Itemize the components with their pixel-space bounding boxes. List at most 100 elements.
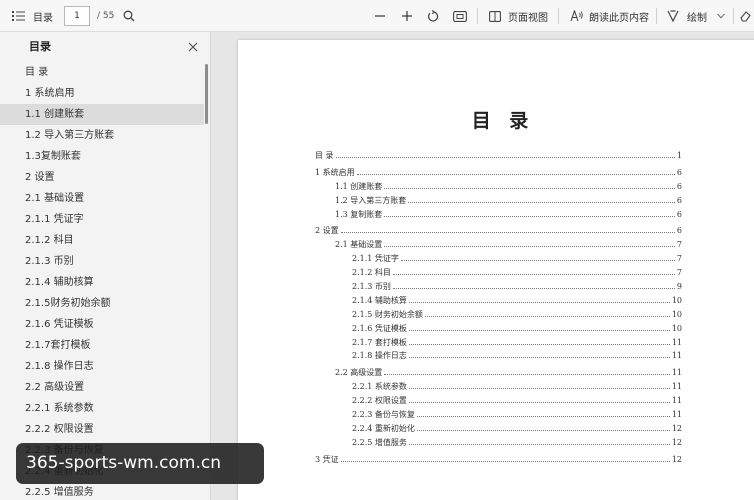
toc-entry[interactable]: 2.1.3 币别 9 — [315, 281, 682, 295]
toc-toggle-button[interactable]: 目录 — [12, 0, 53, 32]
sidebar-toc-item[interactable]: 2.2.2 权限设置 — [0, 419, 204, 440]
sidebar-toc-item[interactable]: 2.1 基础设置 — [0, 188, 204, 209]
toc-entry[interactable]: 2.1.5 财务初始余额 10 — [315, 309, 682, 323]
sidebar-toc-item[interactable]: 2.1.1 凭证字 — [0, 209, 204, 230]
toc-leader-dots — [408, 301, 670, 303]
toc-entry-label: 3 凭证 — [315, 454, 339, 464]
toc-entry-label: 2.1.4 辅助核算 — [352, 295, 407, 305]
toc-entry-page: 11 — [671, 396, 682, 406]
toc-entry[interactable]: 3 凭证 12 — [315, 454, 682, 468]
toc-entry-label: 2.1.7 套打模板 — [352, 337, 407, 347]
toc-entry-page: 12 — [671, 423, 682, 433]
toolbar: 目录 1 / 55 页面视图 朗读此页内容 绘制 — [0, 0, 754, 32]
toc-entry[interactable]: 2.2.4 重新初始化 12 — [315, 423, 682, 437]
toc-entry[interactable]: 2.1.8 操作日志 11 — [315, 350, 682, 364]
toc-leader-dots — [408, 443, 670, 445]
toc-entry-label: 2.2.4 重新初始化 — [352, 423, 415, 433]
toc-entry-page: 7 — [676, 254, 682, 264]
sidebar-toc-item[interactable]: 2.1.6 凭证模板 — [0, 314, 204, 335]
toc-leader-dots — [408, 201, 675, 203]
toc-entry-page: 6 — [676, 195, 682, 205]
toc-leader-dots — [392, 274, 675, 276]
toc-entry-page: 11 — [671, 382, 682, 392]
toc-entry[interactable]: 目 录 1 — [315, 150, 682, 164]
sidebar-toc-item[interactable]: 2.1.8 操作日志 — [0, 356, 204, 377]
toc-entry-label: 2.1.2 科目 — [352, 268, 391, 278]
zoom-out-button[interactable] — [374, 0, 386, 32]
toc-entry[interactable]: 2.1.2 科目 7 — [315, 267, 682, 281]
read-aloud-button[interactable]: 朗读此页内容 — [570, 0, 649, 32]
sidebar-toc-item[interactable]: 2 设置 — [0, 167, 204, 188]
list-icon — [12, 11, 25, 21]
sidebar-toc-item[interactable]: 2.2.1 系统参数 — [0, 398, 204, 419]
toc-entry-page: 12 — [671, 437, 682, 447]
search-button[interactable] — [123, 0, 135, 32]
toc-entry[interactable]: 2 设置 6 — [315, 225, 682, 239]
toc-entry[interactable]: 1.2 导入第三方账套 6 — [315, 195, 682, 209]
toc-leader-dots — [408, 402, 670, 404]
toc-entry[interactable]: 1.1 创建账套 6 — [315, 181, 682, 195]
toc-entry-label: 2.2 高级设置 — [335, 368, 383, 378]
minus-icon — [375, 15, 385, 17]
toc-leader-dots — [424, 315, 670, 317]
toc-entry-label: 2.2.1 系统参数 — [352, 382, 407, 392]
eraser-button[interactable] — [740, 0, 752, 32]
toc-entry[interactable]: 2.2.5 增值服务 12 — [315, 437, 682, 451]
toc-entry-label: 1.2 导入第三方账套 — [335, 195, 407, 205]
eraser-icon — [740, 11, 751, 22]
sidebar-toc-item[interactable]: 2.1.2 科目 — [0, 230, 204, 251]
rotate-button[interactable] — [427, 0, 440, 32]
sidebar-close-button[interactable] — [186, 39, 200, 53]
toc-entry-page: 1 — [676, 151, 682, 160]
draw-dropdown-button[interactable] — [717, 0, 725, 32]
toc-entry[interactable]: 2.1.6 凭证模板 10 — [315, 323, 682, 337]
toc-list: 目 录1 系统启用 1.1 创建账套 1.2 导入第三方账套 1.3复制账套 2 设置 2… — [0, 62, 204, 500]
draw-button[interactable]: 绘制 — [667, 0, 707, 32]
toc-entry[interactable]: 2.2 高级设置 11 — [315, 367, 682, 381]
sidebar-toc-item[interactable]: 2.1.3 币别 — [0, 251, 204, 272]
toc-entry[interactable]: 2.2.2 权限设置 11 — [315, 395, 682, 409]
toc-entry[interactable]: 2.1.7 套打模板 11 — [315, 337, 682, 351]
toc-entry-page: 10 — [671, 295, 682, 305]
page-view-button[interactable]: 页面视图 — [489, 0, 548, 32]
toc-leader-dots — [408, 357, 670, 359]
sidebar-toc-item[interactable]: 2.1.7套打模板 — [0, 335, 204, 356]
toc-toggle-label: 目录 — [33, 12, 53, 24]
toc-entry-page: 10 — [671, 309, 682, 319]
sidebar-toc-item[interactable]: 2.2 高级设置 — [0, 377, 204, 398]
fit-page-button[interactable] — [453, 0, 467, 32]
toc-entry-page: 6 — [676, 181, 682, 191]
toolbar-divider — [558, 8, 559, 24]
toc-entry[interactable]: 2.2.3 备份与恢复 11 — [315, 409, 682, 423]
rotate-icon — [427, 9, 439, 22]
plus-icon — [402, 11, 412, 21]
toc-entry-label: 2.1.3 币别 — [352, 282, 391, 292]
sidebar-toc-item[interactable]: 1.1 创建账套 — [0, 104, 204, 125]
sidebar-title: 目录 — [29, 40, 51, 53]
zoom-in-button[interactable] — [401, 0, 413, 32]
toc-sidebar: 目录 目 录1 系统启用 1.1 创建账套 1.2 导入第三方账套 1.3复制账套 2 … — [0, 32, 211, 500]
toc-entry[interactable]: 2.1 基础设置 7 — [315, 239, 682, 253]
draw-icon — [667, 10, 679, 22]
sidebar-toc-item[interactable]: 2.1.4 辅助核算 — [0, 272, 204, 293]
toc-entry[interactable]: 2.2.1 系统参数 11 — [315, 381, 682, 395]
toc-leader-dots — [335, 157, 675, 158]
toc-leader-dots — [384, 246, 675, 248]
read-aloud-label: 朗读此页内容 — [589, 12, 649, 24]
sidebar-scrollbar[interactable] — [205, 64, 208, 124]
toc-entry[interactable]: 2.1.4 辅助核算 10 — [315, 295, 682, 309]
document-area[interactable]: 目 录 目 录11 系统启用 6 1.1 创建账套 6 1.2 导入第三方账套 6 1.3 … — [211, 32, 754, 500]
sidebar-toc-item[interactable]: 2.2.5 增值服务 — [0, 482, 204, 500]
sidebar-toc-item[interactable]: 1.2 导入第三方账套 — [0, 125, 204, 146]
toc-entry-page: 11 — [671, 337, 682, 347]
toc-entry[interactable]: 1 系统启用 6 — [315, 167, 682, 181]
sidebar-toc-item[interactable]: 1 系统启用 — [0, 83, 204, 104]
sidebar-toc-item[interactable]: 2.1.5财务初始余额 — [0, 293, 204, 314]
toc-entry[interactable]: 1.3 复制账套 6 — [315, 209, 682, 223]
page-number-input[interactable]: 1 — [64, 6, 90, 26]
sidebar-toc-item[interactable]: 1.3复制账套 — [0, 146, 204, 167]
toc-leader-dots — [340, 232, 675, 234]
toc-entry[interactable]: 2.1.1 凭证字 7 — [315, 253, 682, 267]
sidebar-toc-item[interactable]: 目 录 — [0, 62, 204, 83]
toc-entry-page: 11 — [671, 368, 682, 378]
